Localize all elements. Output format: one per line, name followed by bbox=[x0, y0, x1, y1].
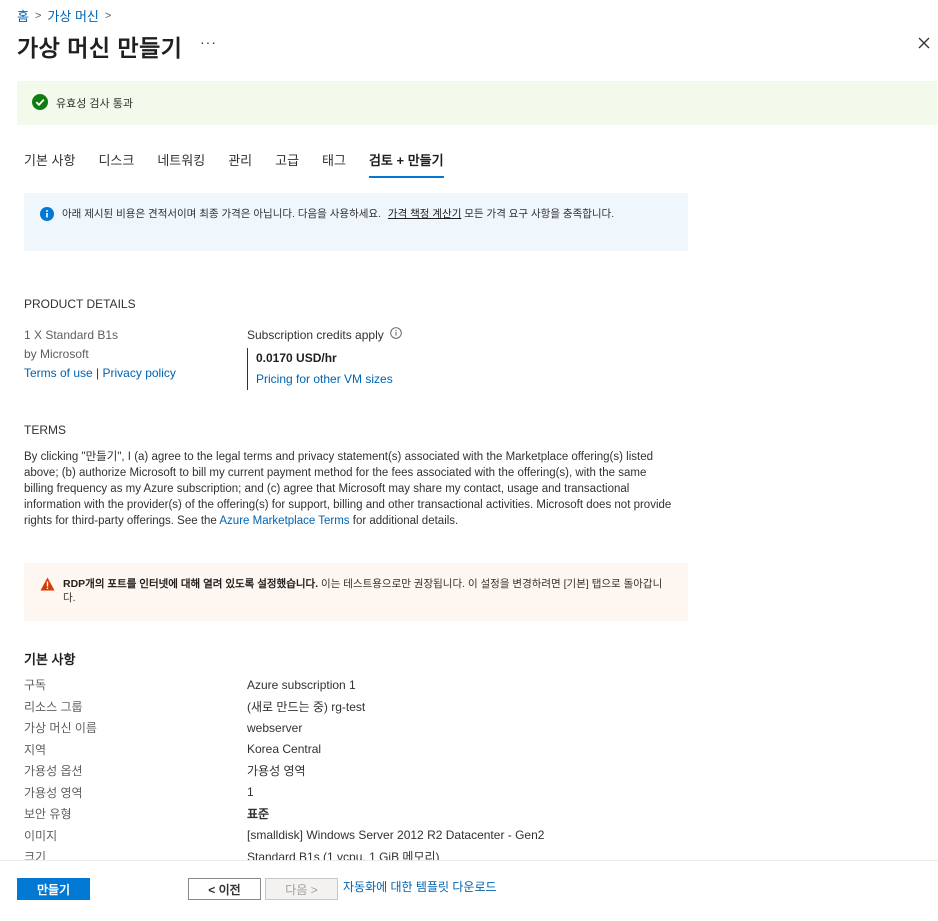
breadcrumb: 홈 > 가상 머신 > bbox=[17, 6, 111, 25]
summary-key: 가용성 영역 bbox=[24, 785, 83, 800]
close-icon[interactable] bbox=[914, 33, 934, 53]
summary-row: 보안 유형 표준 bbox=[24, 803, 664, 825]
info-text-after: 모든 가격 요구 사항을 충족합니다. bbox=[464, 208, 615, 220]
create-button[interactable]: 만들기 bbox=[17, 878, 90, 900]
info-icon bbox=[40, 207, 54, 237]
more-options-button[interactable]: ··· bbox=[200, 34, 217, 50]
subscription-credits-text: Subscription credits apply bbox=[247, 327, 384, 342]
summary-value: Korea Central bbox=[247, 742, 322, 757]
summary-value: 1 bbox=[247, 785, 254, 800]
warning-bold-text: RDP개의 포트를 인터넷에 대해 열려 있도록 설정했습니다. bbox=[63, 578, 319, 590]
pricing-other-sizes-link[interactable]: Pricing for other VM sizes bbox=[256, 372, 393, 386]
summary-key: 가상 머신 이름 bbox=[24, 721, 97, 736]
summary-key: 지역 bbox=[24, 742, 47, 757]
pricing-calculator-link[interactable]: 가격 책정 계산기 bbox=[388, 208, 461, 220]
summary-value: [smalldisk] Windows Server 2012 R2 Datac… bbox=[247, 828, 545, 843]
summary-row: 리소스 그룹 (새로 만드는 중) rg-test bbox=[24, 696, 664, 718]
basics-summary-table: 구독 Azure subscription 1 리소스 그룹 (새로 만드는 중) … bbox=[24, 674, 664, 868]
validation-text: 유효성 검사 통과 bbox=[56, 98, 133, 110]
pricing-info-banner: 아래 제시된 비용은 견적서이며 최종 가격은 아닙니다. 다음을 사용하세요.… bbox=[24, 193, 688, 251]
price-value: 0.0170 USD/hr bbox=[256, 351, 337, 365]
summary-key: 이미지 bbox=[24, 828, 58, 843]
footer-action-bar: 만들기 < 이전 다음 > 자동화에 대한 템플릿 다운로드 bbox=[0, 860, 938, 921]
basics-heading: 기본 사항 bbox=[24, 652, 76, 667]
price-box: 0.0170 USD/hr Pricing for other VM sizes bbox=[247, 348, 402, 390]
marketplace-terms-link[interactable]: Azure Marketplace Terms bbox=[219, 515, 349, 527]
terms-text: By clicking "만들기", I (a) agree to the le… bbox=[24, 449, 674, 529]
breadcrumb-vm-link[interactable]: 가상 머신 bbox=[47, 6, 98, 25]
tab-basics[interactable]: 기본 사항 bbox=[24, 150, 75, 178]
validation-banner: 유효성 검사 통과 bbox=[17, 81, 937, 125]
tab-list: 기본 사항 디스크 네트워킹 관리 고급 태그 검토 + 만들기 bbox=[24, 150, 444, 178]
summary-row: 구독 Azure subscription 1 bbox=[24, 674, 664, 696]
page-title: 가상 머신 만들기 bbox=[17, 35, 183, 61]
info-text: 아래 제시된 비용은 견적서이며 최종 가격은 아닙니다. 다음을 사용하세요. bbox=[62, 208, 381, 220]
chevron-right-icon: > bbox=[104, 9, 112, 22]
previous-button[interactable]: < 이전 bbox=[188, 878, 261, 900]
summary-value: 표준 bbox=[247, 807, 270, 822]
tab-tags[interactable]: 태그 bbox=[322, 150, 346, 178]
summary-value: webserver bbox=[247, 720, 303, 735]
download-template-link[interactable]: 자동화에 대한 템플릿 다운로드 bbox=[343, 878, 497, 895]
summary-key: 보안 유형 bbox=[24, 807, 72, 822]
summary-key: 구독 bbox=[24, 678, 47, 693]
product-summary: 1 X Standard B1s by Microsoft Terms of u… bbox=[24, 326, 176, 383]
terms-heading: TERMS bbox=[24, 423, 66, 437]
next-button[interactable]: 다음 > bbox=[265, 878, 338, 900]
warning-icon bbox=[40, 577, 55, 607]
summary-row: 지역 Korea Central bbox=[24, 739, 664, 761]
summary-value: (새로 만드는 중) rg-test bbox=[247, 699, 366, 714]
rdp-warning-banner: RDP개의 포트를 인터넷에 대해 열려 있도록 설정했습니다. 이는 테스트용… bbox=[24, 563, 688, 621]
summary-row: 가용성 영역 1 bbox=[24, 782, 664, 804]
summary-row: 가용성 옵션 가용성 영역 bbox=[24, 760, 664, 782]
summary-key: 가용성 옵션 bbox=[24, 764, 83, 779]
tab-disks[interactable]: 디스크 bbox=[98, 150, 134, 178]
summary-key: 리소스 그룹 bbox=[24, 699, 83, 714]
tab-management[interactable]: 관리 bbox=[228, 150, 252, 178]
privacy-policy-link[interactable]: Privacy policy bbox=[103, 366, 176, 380]
tab-advanced[interactable]: 고급 bbox=[275, 150, 299, 178]
link-separator: | bbox=[96, 366, 100, 380]
product-publisher: by Microsoft bbox=[24, 347, 89, 361]
product-name: 1 X Standard B1s bbox=[24, 328, 119, 342]
product-details-heading: PRODUCT DETAILS bbox=[24, 297, 136, 311]
info-outline-icon[interactable] bbox=[389, 327, 402, 342]
check-circle-icon bbox=[32, 93, 48, 113]
product-pricing: Subscription credits apply 0.0170 USD/hr… bbox=[247, 327, 402, 390]
terms-body-end: for additional details. bbox=[352, 515, 459, 527]
tab-review-create[interactable]: 검토 + 만들기 bbox=[368, 150, 444, 178]
terms-of-use-link[interactable]: Terms of use bbox=[24, 366, 93, 380]
summary-row: 가상 머신 이름 webserver bbox=[24, 717, 664, 739]
summary-value: Azure subscription 1 bbox=[247, 677, 356, 692]
summary-row: 이미지 [smalldisk] Windows Server 2012 R2 Da… bbox=[24, 825, 664, 847]
chevron-right-icon: > bbox=[34, 9, 42, 22]
breadcrumb-home-link[interactable]: 홈 bbox=[17, 6, 29, 25]
summary-value: 가용성 영역 bbox=[247, 764, 306, 779]
tab-networking[interactable]: 네트워킹 bbox=[157, 150, 205, 178]
